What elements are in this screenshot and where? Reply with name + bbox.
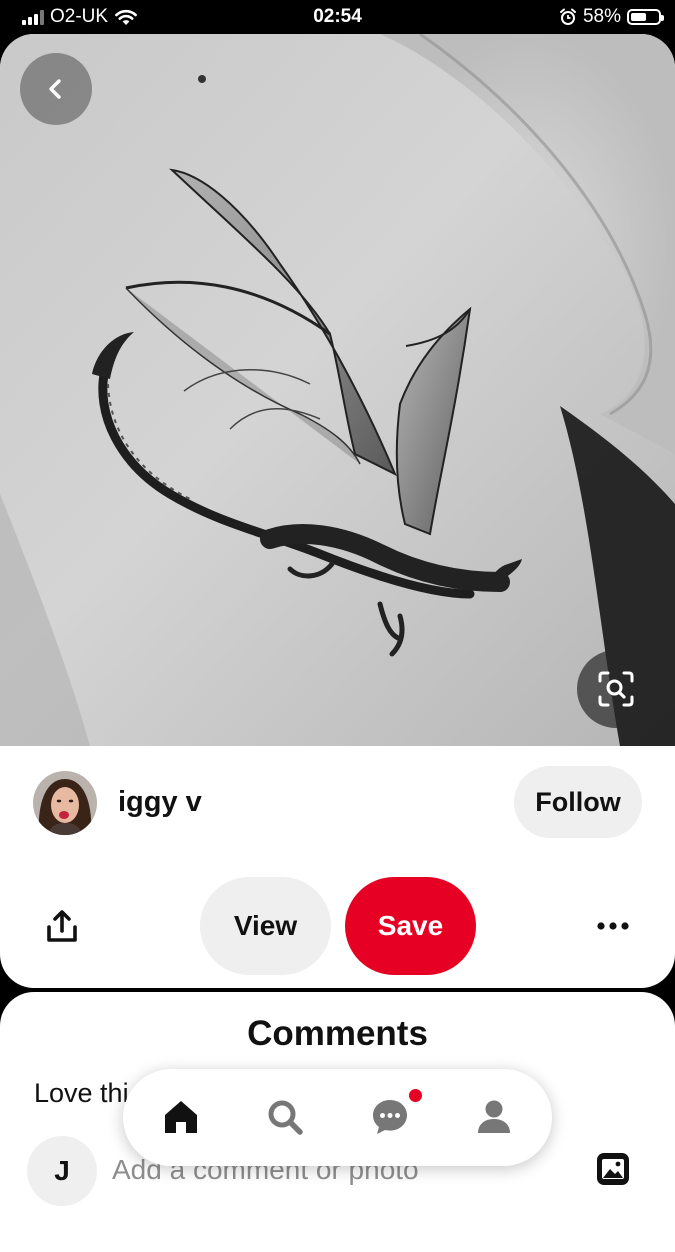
nav-profile[interactable] [471,1094,517,1140]
pin-card: iggy v Follow View Save [0,34,675,988]
photo-icon[interactable] [596,1152,630,1186]
share-icon[interactable] [42,907,82,947]
nav-home[interactable] [158,1094,204,1140]
visual-search-icon [598,671,634,707]
battery-percent: 58% [582,6,621,27]
avatar[interactable] [33,771,97,835]
notification-dot [409,1089,422,1102]
status-bar: O2-UK 02:54 58% [0,0,675,34]
back-arrow-icon [49,79,61,99]
back-button[interactable] [20,53,92,125]
bottom-nav [123,1069,552,1166]
view-button[interactable]: View [200,877,331,975]
status-right: 58% [559,6,664,28]
nav-search[interactable] [262,1094,308,1140]
comment-text: Love thi [34,1078,129,1108]
save-button[interactable]: Save [345,877,476,975]
home-icon [165,1101,197,1133]
battery-icon [627,9,664,25]
more-icon[interactable] [592,911,634,941]
action-row: View Save [0,877,675,977]
author-name[interactable]: iggy v [118,786,202,819]
visual-search-button[interactable] [577,650,655,728]
profile-icon [478,1100,510,1133]
avatar-image [33,771,97,835]
messages-icon [373,1100,407,1134]
author-row: iggy v Follow [0,746,675,858]
comments-title: Comments [247,1014,428,1053]
user-avatar[interactable]: J [27,1136,97,1206]
search-icon [268,1100,303,1135]
alarm-icon [559,8,576,25]
follow-button[interactable]: Follow [514,766,642,838]
nav-messages[interactable] [367,1094,413,1140]
pin-image[interactable] [0,34,675,746]
